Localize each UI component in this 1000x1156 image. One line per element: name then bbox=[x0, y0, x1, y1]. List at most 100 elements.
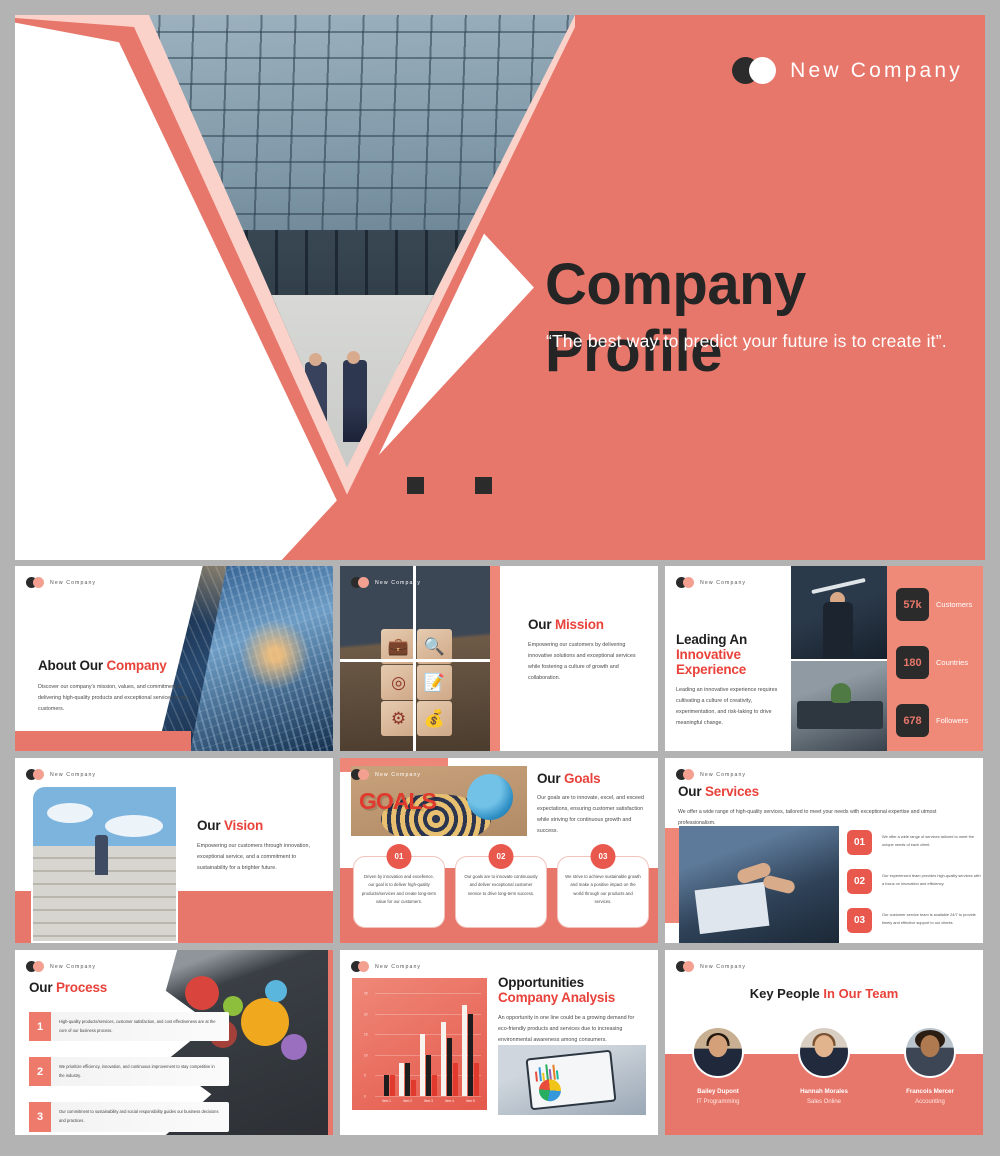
slide-our-process[interactable]: New Company Our Process 1 High-quality p… bbox=[15, 950, 333, 1135]
opportunities-body: An opportunity in one line could be a gr… bbox=[498, 1015, 635, 1044]
logo-circles-icon bbox=[732, 57, 777, 84]
vision-photo-stairs bbox=[31, 785, 178, 943]
brand-name: New Company bbox=[700, 579, 747, 586]
chart-bar bbox=[453, 1063, 458, 1096]
about-text-block: About Our Company Discover our company's… bbox=[38, 658, 203, 715]
indicator-3[interactable] bbox=[475, 477, 492, 494]
slide-our-mission[interactable]: 💼 🔍 ◎ 📝 ⚙ 💰 New Company Our Mission Empo… bbox=[340, 566, 658, 751]
slide-our-vision[interactable]: New Company Our Vision Empowering our cu… bbox=[15, 758, 333, 943]
mission-heading: Our Mission bbox=[528, 617, 604, 632]
brand-name: New Company bbox=[375, 579, 422, 586]
team-heading: Key People In Our Team bbox=[749, 986, 899, 1001]
team-members: Bailey Dupont IT Programming Hannah Mora… bbox=[665, 1026, 983, 1105]
logo-circles-icon bbox=[676, 769, 695, 780]
member-role: IT Programming bbox=[696, 1099, 740, 1105]
slide-opportunities-company-analysis[interactable]: New Company 25 20 15 10 5 0 Item 1 Item 2 Item 3… bbox=[340, 950, 658, 1135]
chart-bar-group: Item 5 bbox=[462, 989, 479, 1103]
member-role: Sales Online bbox=[806, 1099, 842, 1105]
gear-icon bbox=[185, 976, 219, 1010]
mission-coral-strip bbox=[490, 566, 500, 751]
chart-bar bbox=[462, 1005, 467, 1096]
leading-heading: Leading An Innovative Experience bbox=[676, 632, 747, 677]
stat-followers: 678 Followers bbox=[896, 704, 968, 737]
chart-bar-group: Item 4 bbox=[441, 989, 458, 1103]
team-member[interactable]: Hannah Morales Sales Online bbox=[778, 1026, 870, 1105]
goal-card[interactable]: Our goals are to innovate continuously a… bbox=[455, 844, 547, 928]
process-step[interactable]: 1 High-quality products/services, custom… bbox=[29, 1012, 229, 1042]
logo-circles-icon bbox=[676, 577, 695, 588]
tree bbox=[15, 255, 85, 385]
vision-heading: Our Vision bbox=[197, 818, 264, 833]
presentation-preview: New Company Company Profile “The best wa… bbox=[0, 0, 1000, 1156]
slide-key-people-in-our-team[interactable]: New Company Key People In Our Team Baile… bbox=[665, 950, 983, 1135]
process-step[interactable]: 2 We prioritize efficiency, innovation, … bbox=[29, 1057, 229, 1087]
vision-body: Empowering our customers through innovat… bbox=[197, 843, 310, 872]
slide-thumbnail-grid: New Company About Our Company Discover o… bbox=[15, 566, 985, 1135]
team-member[interactable]: Bailey Dupont IT Programming bbox=[672, 1026, 764, 1105]
person-head bbox=[244, 333, 257, 346]
service-number: 02 bbox=[847, 869, 872, 894]
opportunities-heading: Opportunities Company Analysis bbox=[498, 975, 616, 1005]
service-number: 01 bbox=[847, 830, 872, 855]
leading-photo-meeting bbox=[791, 661, 887, 751]
slide-logo: New Company bbox=[676, 577, 746, 588]
chart-bar bbox=[405, 1063, 410, 1096]
member-name: Bailey Dupont bbox=[697, 1088, 739, 1095]
mission-photo-blocks: 💼 🔍 ◎ 📝 ⚙ 💰 bbox=[340, 566, 490, 751]
opportunities-photo-tablet bbox=[498, 1045, 646, 1115]
process-step[interactable]: 3 Our commitment to sustainability and s… bbox=[29, 1102, 229, 1132]
service-text: We offer a wide range of services tailor… bbox=[882, 834, 974, 848]
hero-tagline: “The best way to predict your future is … bbox=[546, 331, 947, 351]
about-body: Discover our company's mission, values, … bbox=[38, 684, 189, 713]
slide-logo: New Company bbox=[26, 577, 96, 588]
service-item[interactable]: 03 Our customer service team is availabl… bbox=[847, 908, 982, 933]
indicator-2-active[interactable] bbox=[441, 477, 458, 494]
step-number: 2 bbox=[29, 1057, 51, 1087]
slide-indicators[interactable] bbox=[407, 477, 492, 494]
goal-number: 03 bbox=[590, 844, 616, 869]
meeting-table bbox=[797, 701, 883, 729]
leading-body: Leading an innovative experience require… bbox=[676, 687, 778, 727]
person-walking bbox=[237, 342, 268, 442]
stat-label: Customers bbox=[936, 600, 973, 609]
services-text-block: Our Services We offer a wide range of hi… bbox=[678, 784, 968, 828]
hand bbox=[761, 874, 797, 895]
slide-about-our-company[interactable]: New Company About Our Company Discover o… bbox=[15, 566, 333, 751]
chart-x-tick: Item 2 bbox=[403, 1099, 412, 1103]
step-number: 3 bbox=[29, 1102, 51, 1132]
slide-our-services[interactable]: New Company Our Services We offer a wide… bbox=[665, 758, 983, 943]
service-item[interactable]: 01 We offer a wide range of services tai… bbox=[847, 830, 982, 855]
chart-y-tick: 10 bbox=[364, 1053, 368, 1058]
plant bbox=[831, 683, 851, 703]
brand-name: New Company bbox=[50, 579, 97, 586]
team-member[interactable]: Francois Mercer Accounting bbox=[884, 1026, 976, 1105]
slide-logo: New Company bbox=[676, 769, 746, 780]
about-heading: About Our Company bbox=[38, 658, 167, 673]
presenter-body bbox=[823, 602, 853, 659]
gear-icon bbox=[265, 980, 287, 1002]
avatar bbox=[692, 1026, 744, 1078]
mission-text-block: Our Mission Empowering our customers by … bbox=[528, 617, 648, 684]
hero-slide[interactable]: New Company Company Profile “The best wa… bbox=[15, 15, 985, 560]
slide-logo: New Company bbox=[351, 961, 421, 972]
person-climbing bbox=[95, 835, 108, 875]
gear-icon bbox=[241, 998, 289, 1046]
goal-card[interactable]: We strive to achieve sustainable growth … bbox=[557, 844, 649, 928]
chart-bar bbox=[420, 1034, 425, 1096]
stat-countries: 180 Countries bbox=[896, 646, 968, 679]
person-head bbox=[204, 341, 217, 354]
slide-our-goals[interactable]: GOALS New Company Our Goals Our goals ar… bbox=[340, 758, 658, 943]
chart-bar bbox=[432, 1075, 437, 1096]
indicator-1[interactable] bbox=[407, 477, 424, 494]
logo-circles-icon bbox=[26, 577, 45, 588]
service-text: Our customer service team is available 2… bbox=[882, 912, 976, 926]
slide-leading-innovative-experience[interactable]: 57k Customers 180 Countries 678 Follower… bbox=[665, 566, 983, 751]
slide-logo: New Company bbox=[26, 961, 96, 972]
chart-bars: Item 1 Item 2 Item 3 Item 4 Item 5 bbox=[376, 989, 481, 1103]
service-item[interactable]: 02 Our experienced team provides high-qu… bbox=[847, 869, 982, 894]
avatar bbox=[904, 1026, 956, 1078]
goal-card[interactable]: Driven by innovation and excellence, our… bbox=[353, 844, 445, 928]
stat-value: 678 bbox=[896, 704, 929, 737]
member-role: Accounting bbox=[915, 1099, 945, 1105]
slide-logo: New Company bbox=[351, 577, 421, 588]
